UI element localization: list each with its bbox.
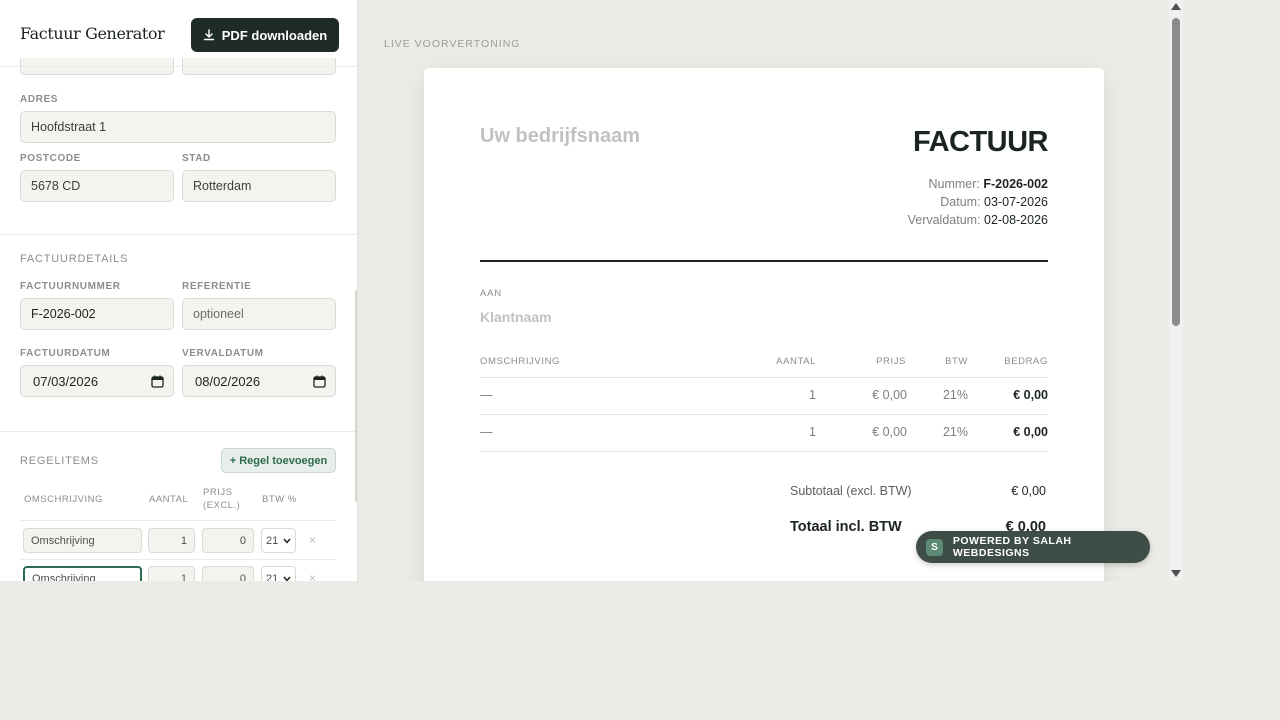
- total-label: Totaal incl. BTW: [790, 519, 902, 535]
- invoice-title: FACTUUR: [912, 126, 1049, 158]
- line-vat-value: 21: [266, 534, 279, 547]
- scroll-down-arrow[interactable]: [1171, 570, 1181, 577]
- company-name: Uw bedrijfsnaam: [480, 125, 641, 147]
- powered-by-badge[interactable]: S Powered by Salah Webdesigns: [916, 531, 1150, 563]
- download-icon: [203, 29, 214, 41]
- meta-number-label: Nummer:: [928, 177, 980, 191]
- page-scrollbar[interactable]: [1169, 0, 1183, 581]
- preview-row-description: —: [480, 388, 493, 402]
- preview-label: LIVE VOORVERTONING: [384, 38, 521, 50]
- pdf-download-button[interactable]: PDF downloaden: [191, 18, 339, 52]
- col-header-price: PRIJS (EXCL.): [203, 487, 241, 511]
- line-vat-select[interactable]: 21: [261, 566, 296, 581]
- invoice-number-meta: Nummer: F-2026-002: [928, 177, 1048, 191]
- row-divider: [20, 520, 336, 521]
- remove-line-button[interactable]: ×: [309, 533, 316, 547]
- scroll-up-arrow[interactable]: [1171, 3, 1181, 10]
- preview-header-description: OMSCHRIJVING: [480, 356, 561, 367]
- city-input[interactable]: Rotterdam: [182, 170, 336, 202]
- app-viewport: Factuur Generator PDF downloaden ADRES H…: [0, 0, 1183, 581]
- badge-text: Powered by Salah Webdesigns: [952, 535, 1072, 559]
- line-items-section-title: REGELITEMS: [20, 455, 99, 467]
- invoice-date-label: FACTUURDATUM: [20, 348, 111, 359]
- preview-row-price: € 0,00: [872, 425, 907, 439]
- preview-row-price: € 0,00: [872, 388, 907, 402]
- preview-header-vat: BTW: [945, 356, 968, 367]
- details-section-title: FACTUURDETAILS: [20, 253, 129, 265]
- postcode-label: POSTCODE: [20, 153, 81, 164]
- subtotal-label: Subtotaal (excl. BTW): [790, 484, 912, 498]
- add-line-button[interactable]: + Regel toevoegen: [221, 448, 336, 473]
- line-vat-value: 21: [266, 572, 279, 582]
- meta-date-value: 03-07-2026: [984, 195, 1048, 209]
- col-header-vat: BTW %: [262, 494, 297, 505]
- due-date-meta: Vervaldatum: 02-08-2026: [908, 213, 1048, 227]
- chevron-down-icon: [283, 538, 291, 544]
- invoice-preview: Uw bedrijfsnaam FACTUUR Nummer: F-2026-0…: [424, 68, 1104, 581]
- preview-row-vat: 21%: [942, 388, 968, 402]
- reference-input[interactable]: optioneel: [182, 298, 336, 330]
- app-title: Factuur Generator: [20, 24, 165, 43]
- table-rule: [480, 451, 1048, 452]
- preview-row-quantity: 1: [809, 388, 816, 402]
- due-date-input[interactable]: 08/02/2026: [182, 365, 336, 397]
- section-divider: [0, 431, 357, 432]
- address-input[interactable]: Hoofdstraat 1: [20, 111, 336, 143]
- badge-logo: S: [926, 538, 943, 556]
- invoice-date-meta: Datum: 03-07-2026: [940, 195, 1048, 209]
- client-name: Klantnaam: [480, 309, 552, 325]
- invoice-number-input[interactable]: F-2026-002: [20, 298, 174, 330]
- pdf-download-label: PDF downloaden: [221, 27, 328, 43]
- line-description-input[interactable]: Omschrijving: [23, 528, 142, 553]
- preview-row-quantity: 1: [809, 425, 816, 439]
- col-header-description: OMSCHRIJVING: [24, 494, 103, 505]
- recipient-label: AAN: [480, 288, 502, 299]
- preview-header-price: PRIJS: [876, 356, 906, 367]
- col-header-quantity: AANTAL: [149, 494, 189, 505]
- panel-scrollbar[interactable]: [355, 290, 357, 502]
- postcode-input[interactable]: 5678 CD: [20, 170, 174, 202]
- calendar-icon[interactable]: [313, 375, 326, 388]
- preview-row-description: —: [480, 425, 493, 439]
- preview-header-amount: BEDRAG: [1004, 356, 1048, 367]
- scroll-thumb[interactable]: [1172, 18, 1180, 326]
- line-quantity-input[interactable]: 1: [148, 528, 195, 553]
- table-rule: [480, 414, 1048, 415]
- header-rule: [480, 260, 1048, 262]
- invoice-number-label: FACTUURNUMMER: [20, 281, 121, 292]
- remove-line-button[interactable]: ×: [309, 571, 316, 581]
- invoice-date-value: 07/03/2026: [33, 373, 99, 389]
- line-description-input[interactable]: Omschrijving: [23, 566, 142, 581]
- editor-panel: Factuur Generator PDF downloaden ADRES H…: [0, 0, 358, 581]
- chevron-down-icon: [283, 576, 291, 581]
- line-vat-select[interactable]: 21: [261, 528, 296, 553]
- line-price-input[interactable]: 0: [202, 528, 254, 553]
- calendar-icon[interactable]: [151, 375, 164, 388]
- meta-due-value: 02-08-2026: [984, 213, 1048, 227]
- header-divider: [0, 66, 357, 67]
- due-date-label: VERVALDATUM: [182, 348, 264, 359]
- meta-number-value: F-2026-002: [983, 177, 1048, 191]
- table-rule: [480, 377, 1048, 378]
- invoice-date-input[interactable]: 07/03/2026: [20, 365, 174, 397]
- preview-row-amount: € 0,00: [1013, 388, 1048, 402]
- line-quantity-input[interactable]: 1: [148, 566, 195, 581]
- preview-row-vat: 21%: [942, 425, 968, 439]
- subtotal-value: € 0,00: [1011, 484, 1046, 498]
- line-price-input[interactable]: 0: [202, 566, 254, 581]
- address-label: ADRES: [20, 94, 59, 105]
- city-label: STAD: [182, 153, 211, 164]
- meta-due-label: Vervaldatum:: [907, 213, 981, 227]
- reference-label: REFERENTIE: [182, 281, 252, 292]
- preview-header-quantity: AANTAL: [776, 356, 816, 367]
- row-divider: [20, 559, 336, 560]
- meta-date-label: Datum:: [940, 195, 981, 209]
- section-divider: [0, 234, 357, 235]
- due-date-value: 08/02/2026: [195, 373, 261, 389]
- preview-row-amount: € 0,00: [1013, 425, 1048, 439]
